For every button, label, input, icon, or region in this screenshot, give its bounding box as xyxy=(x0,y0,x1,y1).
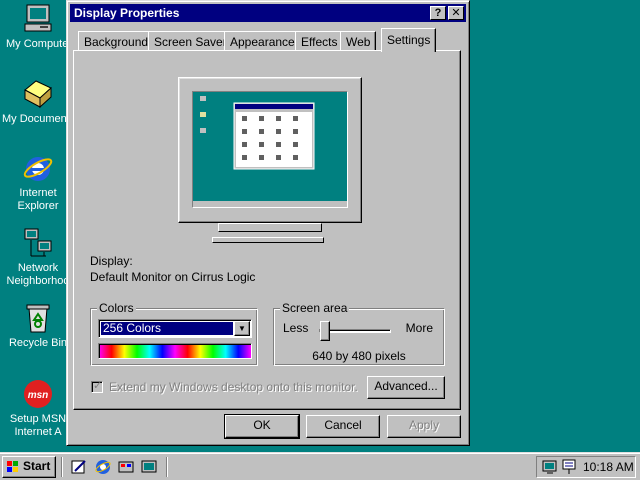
help-button[interactable]: ? xyxy=(430,6,446,20)
desktop-icon-label: Setup MSN Internet A xyxy=(9,413,67,438)
taskbar: Start 10:18 AM xyxy=(0,452,640,480)
tab-settings[interactable]: Settings xyxy=(381,28,437,52)
start-button[interactable]: Start xyxy=(2,456,56,478)
extend-checkbox-label: Extend my Windows desktop onto this moni… xyxy=(109,380,358,394)
apply-button[interactable]: Apply xyxy=(387,415,461,438)
color-spectrum-bar xyxy=(98,343,252,359)
desktop-icon-label: Recycle Bin xyxy=(8,337,68,349)
close-icon: ✕ xyxy=(451,7,461,19)
ok-button[interactable]: OK xyxy=(224,414,300,439)
start-label: Start xyxy=(23,459,51,473)
computer-icon xyxy=(22,3,54,35)
settings-panel: Display: Default Monitor on Cirrus Logic… xyxy=(73,50,461,410)
resolution-label: 640 by 480 pixels xyxy=(312,349,406,363)
desktop-icon-network-neighborhood[interactable]: Network Neighborhoo xyxy=(0,227,76,288)
desktop-icon-setup-msn[interactable]: msn Setup MSN Internet A xyxy=(0,378,76,439)
internet-explorer-icon xyxy=(22,152,54,184)
tab-background[interactable]: Background xyxy=(78,31,155,51)
desktop-icon-my-computer[interactable]: My Compute xyxy=(0,3,76,50)
screen-area-group-title: Screen area xyxy=(280,301,350,315)
slider-thumb[interactable] xyxy=(320,321,330,341)
quicklaunch-channels-icon[interactable] xyxy=(118,459,134,475)
quicklaunch-desktop-icon[interactable] xyxy=(141,459,157,475)
tab-appearance[interactable]: Appearance xyxy=(224,31,301,51)
quicklaunch-ie-icon[interactable] xyxy=(95,459,111,475)
tab-screen-saver[interactable]: Screen Saver xyxy=(148,31,233,51)
colors-group-title: Colors xyxy=(97,301,136,315)
network-icon xyxy=(22,227,54,259)
tab-web[interactable]: Web xyxy=(340,31,377,51)
display-label: Display: xyxy=(90,254,133,268)
title-bar[interactable]: Display Properties ? ✕ xyxy=(70,4,466,22)
taskbar-divider xyxy=(166,457,168,477)
chevron-down-icon: ▼ xyxy=(238,324,246,333)
monitor-preview xyxy=(178,77,362,223)
taskbar-divider xyxy=(61,457,63,477)
advanced-button[interactable]: Advanced... xyxy=(367,376,445,399)
recycle-bin-icon xyxy=(22,302,54,334)
quicklaunch-edit-icon[interactable] xyxy=(71,459,87,475)
check-icon: ✓ xyxy=(93,380,103,392)
desktop-icon-internet-explorer[interactable]: Internet Explorer xyxy=(0,152,76,213)
extend-checkbox[interactable]: ✓ xyxy=(91,380,103,393)
desktop-icon-my-documents[interactable]: My Documen xyxy=(0,78,76,125)
less-label: Less xyxy=(283,321,309,335)
dropdown-button[interactable]: ▼ xyxy=(234,321,250,336)
window-title: Display Properties xyxy=(74,6,180,20)
preview-screen xyxy=(192,91,348,208)
clock[interactable]: 10:18 AM xyxy=(583,460,634,474)
monitor-base xyxy=(212,237,324,243)
colors-select[interactable]: 256 Colors ▼ xyxy=(98,319,252,338)
close-button[interactable]: ✕ xyxy=(448,6,464,20)
colors-select-value: 256 Colors xyxy=(101,322,233,335)
windows-logo-icon xyxy=(7,461,18,472)
display-properties-window: Display Properties ? ✕ Background Screen… xyxy=(66,0,470,446)
display-settings-icon[interactable] xyxy=(542,459,558,475)
more-label: More xyxy=(405,321,433,335)
screen-area-group: Screen area Less More 640 by 480 pixels xyxy=(273,301,445,366)
desktop-icon-label: Network Neighborhoo xyxy=(6,262,70,287)
desktop-icon-label: Internet Explorer xyxy=(17,187,59,212)
desktop-icon-recycle-bin[interactable]: Recycle Bin xyxy=(0,302,76,350)
cancel-button[interactable]: Cancel xyxy=(306,415,380,438)
msn-icon: msn xyxy=(22,378,54,410)
network-tray-icon[interactable] xyxy=(561,459,577,475)
system-tray: 10:18 AM xyxy=(536,456,636,478)
display-value: Default Monitor on Cirrus Logic xyxy=(90,270,256,284)
monitor-neck xyxy=(218,223,322,232)
svg-text:msn: msn xyxy=(28,390,49,401)
preview-desktop-image xyxy=(193,96,347,207)
folder-icon xyxy=(22,78,54,110)
tab-effects[interactable]: Effects xyxy=(295,31,344,51)
colors-group: Colors 256 Colors ▼ xyxy=(90,301,258,366)
